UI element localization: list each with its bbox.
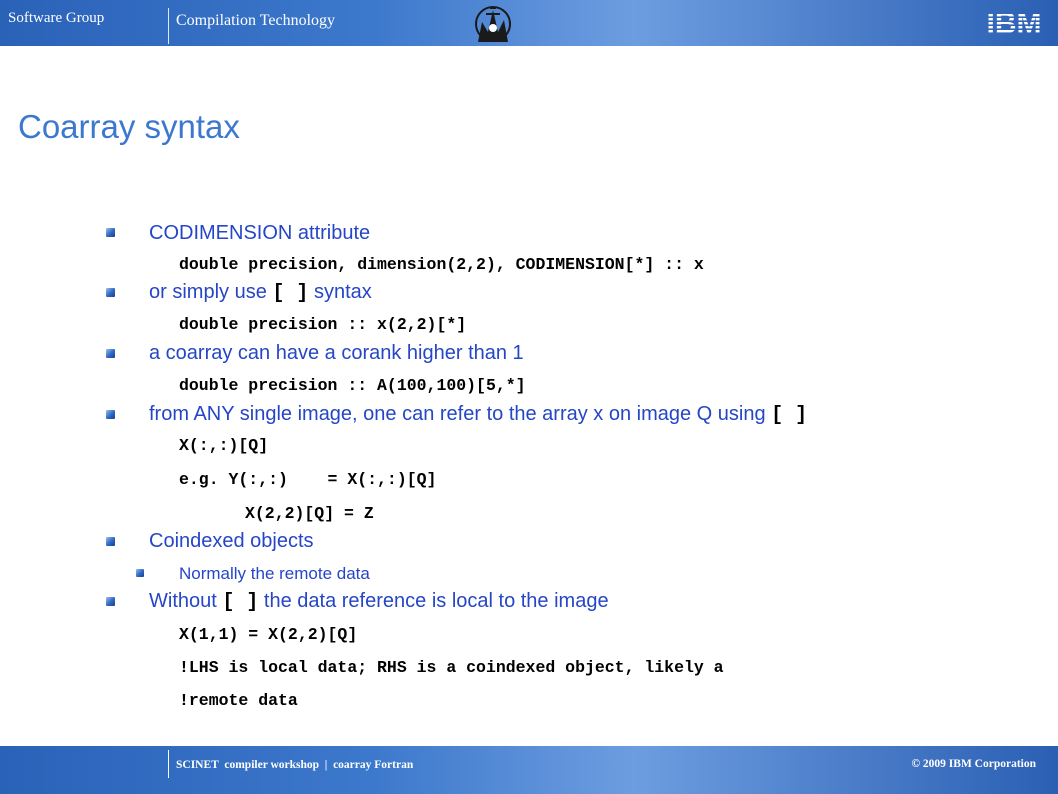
bullet-simple-syntax: or simply use [ ] syntax bbox=[149, 281, 372, 305]
code-example: e.g. Y(:,:) = X(:,:)[Q] bbox=[179, 470, 437, 489]
bullet-codimension: CODIMENSION attribute bbox=[149, 222, 371, 244]
bullet-icon bbox=[106, 597, 115, 606]
header-bar: Software Group Compilation Technology IB… bbox=[0, 0, 1058, 46]
team-emblem-icon bbox=[475, 6, 511, 42]
ibm-logo: IBM bbox=[987, 7, 1042, 36]
bullet-icon bbox=[106, 410, 115, 419]
code-local: X(1,1) = X(2,2)[Q] bbox=[179, 625, 358, 644]
code-assign: X(2,2)[Q] = Z bbox=[245, 504, 374, 523]
page-title: Coarray syntax bbox=[18, 108, 240, 145]
code-comment-1: !LHS is local data; RHS is a coindexed o… bbox=[179, 658, 724, 677]
software-group-label: Software Group bbox=[8, 10, 105, 26]
bullet-icon bbox=[106, 288, 115, 297]
footer-bar: SCINET compiler workshop | coarray Fortr… bbox=[0, 746, 1058, 794]
ibm-logo-text: IBM bbox=[987, 7, 1042, 36]
bullet-corank: a coarray can have a corank higher than … bbox=[149, 342, 524, 364]
code-remote-ref: X(:,:)[Q] bbox=[179, 436, 269, 455]
footer-text: SCINET compiler workshop | coarray Fortr… bbox=[176, 759, 414, 771]
code-comment-2: !remote data bbox=[179, 691, 298, 710]
sub-bullet-icon bbox=[136, 569, 144, 577]
bullet-coindexed: Coindexed objects bbox=[149, 530, 314, 552]
header-divider bbox=[168, 8, 169, 44]
compilation-technology-label: Compilation Technology bbox=[176, 12, 336, 29]
footer-divider bbox=[168, 750, 169, 778]
code-codimension: double precision, dimension(2,2), CODIME… bbox=[179, 255, 704, 274]
bullet-any-image: from ANY single image, one can refer to … bbox=[149, 403, 808, 427]
bullet-without: Without [ ] the data reference is local … bbox=[149, 590, 609, 614]
bullet-icon bbox=[106, 228, 115, 237]
code-corank: double precision :: A(100,100)[5,*] bbox=[179, 376, 526, 395]
bullet-icon bbox=[106, 537, 115, 546]
copyright: © 2009 IBM Corporation bbox=[911, 758, 1036, 770]
sub-bullet-remote: Normally the remote data bbox=[179, 564, 370, 583]
code-simple-syntax: double precision :: x(2,2)[*] bbox=[179, 315, 467, 334]
bullet-icon bbox=[106, 349, 115, 358]
